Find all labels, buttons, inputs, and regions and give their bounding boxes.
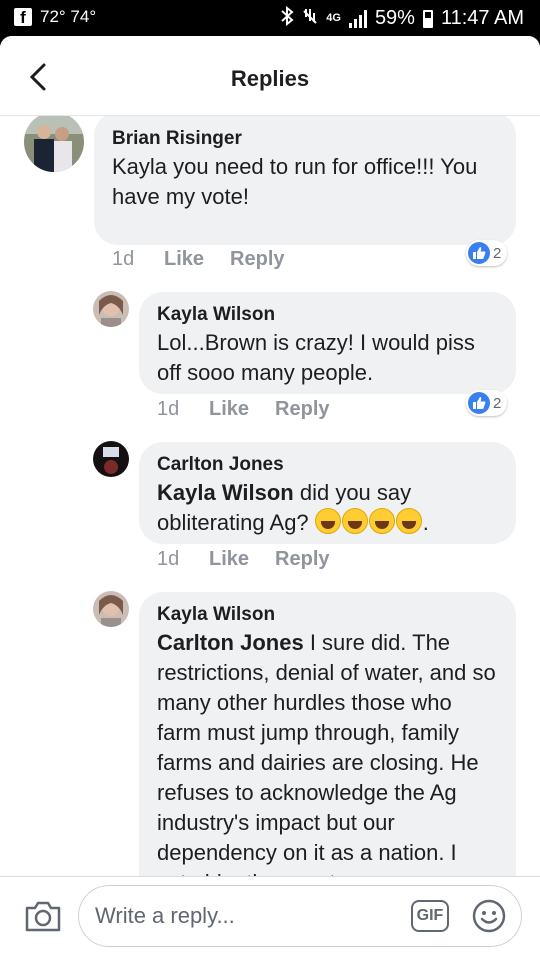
status-bar: f 72° 74° 4G 59% 11:47 AM [0, 0, 540, 36]
grinning-sweat-emoji-icon [314, 508, 341, 534]
gif-button[interactable]: GIF [411, 900, 449, 932]
comment-author[interactable]: Brian Risinger [112, 128, 498, 150]
comment-tail: . [422, 510, 429, 535]
comment-bubble[interactable]: Kayla Wilson Lol...Brown is crazy! I wou… [139, 292, 516, 394]
reaction-count: 2 [493, 244, 502, 262]
avatar[interactable] [24, 116, 84, 172]
smiley-icon [472, 899, 506, 933]
like-link[interactable]: Like [164, 248, 204, 271]
like-link[interactable]: Like [209, 398, 249, 421]
comment-text: Kayla Wilson did you say obliterating Ag… [157, 478, 498, 538]
status-right: 4G 59% 11:47 AM [280, 5, 524, 31]
reaction-count-badge[interactable]: 2 [466, 240, 508, 266]
comment-actions: 1d Like Reply [157, 398, 356, 421]
header: Replies [0, 36, 540, 116]
thumbs-up-icon [468, 242, 490, 264]
comment-actions: 1d Like Reply [157, 548, 356, 571]
reply-placeholder: Write a reply... [95, 903, 235, 928]
comment-author[interactable]: Kayla Wilson [157, 604, 498, 626]
comment-text: Carlton Jones I sure did. The restrictio… [157, 628, 498, 876]
comment-author[interactable]: Kayla Wilson [157, 304, 498, 326]
grinning-sweat-emoji-icon [368, 508, 395, 534]
comment-bubble[interactable]: Kayla Wilson Carlton Jones I sure did. T… [139, 592, 516, 876]
battery-icon [422, 9, 433, 28]
like-link[interactable]: Like [209, 548, 249, 571]
rolling-laughing-emoji-icon [341, 508, 368, 534]
reaction-count-badge[interactable]: 2 [466, 390, 508, 416]
reply-link[interactable]: Reply [230, 248, 284, 271]
reply-link[interactable]: Reply [275, 398, 329, 421]
comment-time: 1d [112, 248, 135, 270]
facebook-notification-icon: f [14, 8, 32, 27]
comment-time: 1d [157, 398, 180, 420]
comment-actions: 1d Like Reply [112, 248, 311, 271]
camera-icon [25, 901, 61, 932]
clock: 11:47 AM [440, 7, 524, 29]
comment-time: 1d [157, 548, 180, 570]
signal-strength-icon [348, 9, 367, 28]
mention-link[interactable]: Carlton Jones [157, 630, 304, 655]
avatar[interactable] [93, 441, 129, 477]
reaction-count: 2 [493, 394, 502, 412]
thumbs-up-icon [468, 392, 490, 414]
comment-body: I sure did. The restrictions, denial of … [157, 630, 496, 876]
comment-text: Lol...Brown is crazy! I would piss off s… [157, 330, 475, 385]
bluetooth-icon [280, 5, 294, 31]
reply-composer: Write a reply... GIF [0, 876, 540, 960]
battery-percent: 59% [374, 7, 415, 29]
avatar[interactable] [93, 591, 129, 627]
comment-author[interactable]: Carlton Jones [157, 454, 498, 476]
emoji-button[interactable] [472, 899, 506, 933]
camera-button[interactable] [24, 899, 62, 933]
replies-screen: Replies Brian Risinger Kayla you need to… [0, 36, 540, 960]
mention-link[interactable]: Kayla Wilson [157, 480, 294, 505]
network-type: 4G [326, 12, 341, 24]
comment-text: Kayla you need to run for office!!! You … [112, 154, 478, 209]
rolling-laughing-emoji-icon [395, 508, 422, 534]
avatar[interactable] [93, 291, 129, 327]
reply-link[interactable]: Reply [275, 548, 329, 571]
reply-thread[interactable]: Brian Risinger Kayla you need to run for… [0, 116, 540, 876]
vibrate-icon [302, 7, 318, 31]
page-title: Replies [230, 66, 310, 91]
comment-bubble[interactable]: Brian Risinger Kayla you need to run for… [94, 116, 516, 245]
comment-bubble[interactable]: Carlton Jones Kayla Wilson did you say o… [139, 442, 516, 544]
status-left: f 72° 74° [14, 7, 96, 27]
weather-temperature: 72° 74° [40, 7, 97, 26]
reply-input[interactable]: Write a reply... GIF [78, 885, 522, 947]
